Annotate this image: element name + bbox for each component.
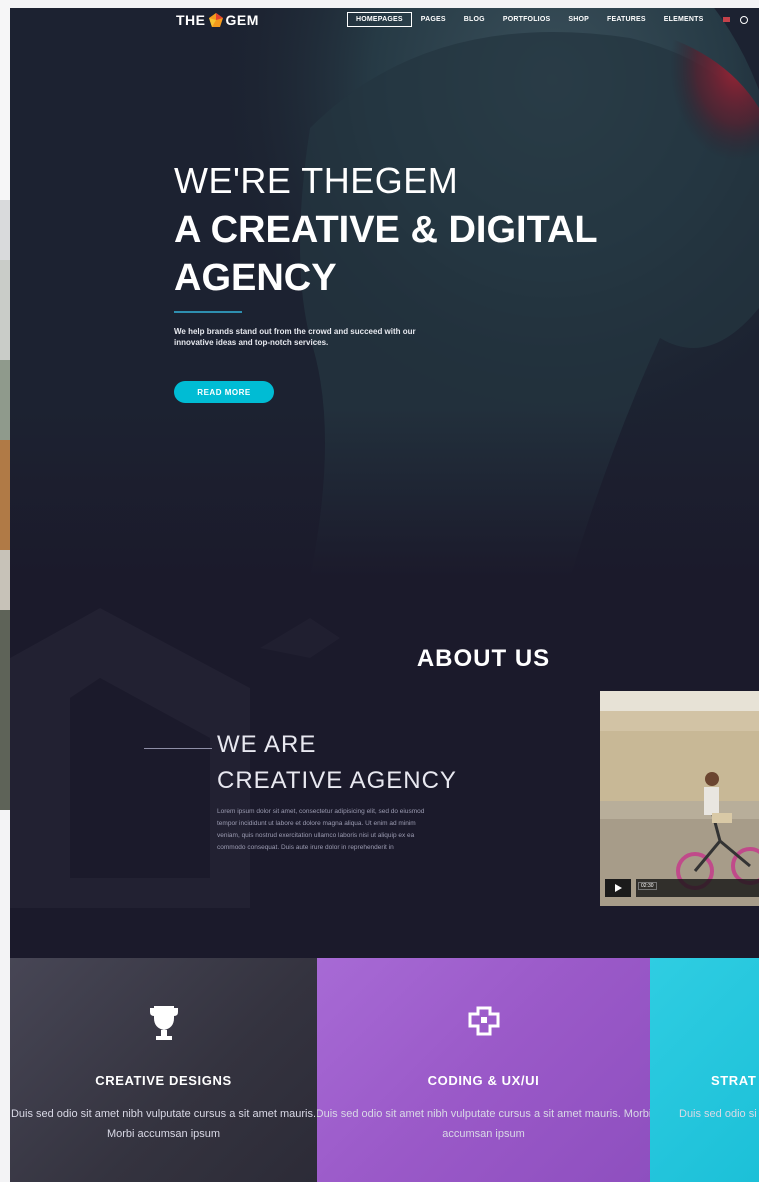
feature-description: Duis sed odio si mau: [679, 1108, 759, 1120]
puzzle-icon: [468, 1006, 499, 1036]
feature-card-coding-ux-ui[interactable]: CODING & UX/UI Duis sed odio sit amet ni…: [317, 958, 650, 1182]
read-more-button[interactable]: READ MORE: [174, 381, 274, 403]
feature-title: STRAT: [711, 1073, 757, 1088]
trophy-icon: [149, 1006, 178, 1040]
nav-features[interactable]: FEATURES: [598, 12, 655, 27]
cyclist-video-thumbnail: [600, 691, 759, 906]
nav-blog[interactable]: BLOG: [455, 12, 494, 27]
left-edge-strip: [0, 0, 10, 1182]
hero-divider: [174, 311, 242, 313]
play-icon[interactable]: [605, 879, 631, 897]
feature-description: Duis sed odio sit amet nibh vulputate cu…: [317, 1108, 650, 1140]
feature-title: CODING & UX/UI: [427, 1073, 540, 1088]
feature-card-strategy[interactable]: STRAT Duis sed odio si mau: [650, 958, 759, 1182]
thegem-logo[interactable]: THE GEM: [176, 12, 259, 28]
about-divider: [144, 748, 212, 749]
main-nav: HOMEPAGES PAGES BLOG PORTFOLIOS SHOP FEA…: [347, 12, 748, 27]
feature-description: Duis sed odio sit amet nibh vulputate cu…: [10, 1108, 317, 1140]
search-icon[interactable]: [739, 15, 748, 24]
about-us-title-text: ABOUT US: [416, 644, 551, 672]
about-heading: WE ARE CREATIVE AGENCY: [217, 731, 457, 794]
hero-description: We help brands stand out from the crowd …: [174, 327, 416, 347]
language-flag-icon[interactable]: [722, 17, 730, 22]
hero-title: A CREATIVE & DIGITAL AGENCY: [174, 209, 598, 299]
video-time: 02:30: [638, 882, 657, 890]
about-description: Lorem ipsum dolor sit amet, consectetur …: [217, 808, 425, 851]
hero-pretitle: WE'RE THEGEM: [174, 160, 459, 201]
nav-homepages[interactable]: HOMEPAGES: [347, 12, 412, 27]
nav-pages[interactable]: PAGES: [412, 12, 455, 27]
logo-text-left: THE: [176, 12, 206, 28]
page: THE GEM HOMEPAGES PAGES BLOG PORTFOLIOS …: [10, 8, 759, 1182]
logo-text-right: GEM: [225, 12, 259, 28]
about-us-title: ABOUT US: [10, 645, 759, 673]
nav-shop[interactable]: SHOP: [559, 12, 598, 27]
about-video[interactable]: 02:30: [600, 691, 759, 906]
gem-logo-icon: [208, 13, 223, 27]
nav-portfolios[interactable]: PORTFOLIOS: [494, 12, 560, 27]
nav-elements[interactable]: ELEMENTS: [655, 12, 713, 27]
feature-card-creative-designs[interactable]: CREATIVE DESIGNS Duis sed odio sit amet …: [10, 958, 317, 1182]
video-progress-bar[interactable]: 02:30: [636, 879, 759, 897]
site-header: THE GEM HOMEPAGES PAGES BLOG PORTFOLIOS …: [10, 8, 759, 36]
hero-section: THE GEM HOMEPAGES PAGES BLOG PORTFOLIOS …: [10, 8, 759, 578]
feature-title: CREATIVE DESIGNS: [95, 1073, 232, 1088]
